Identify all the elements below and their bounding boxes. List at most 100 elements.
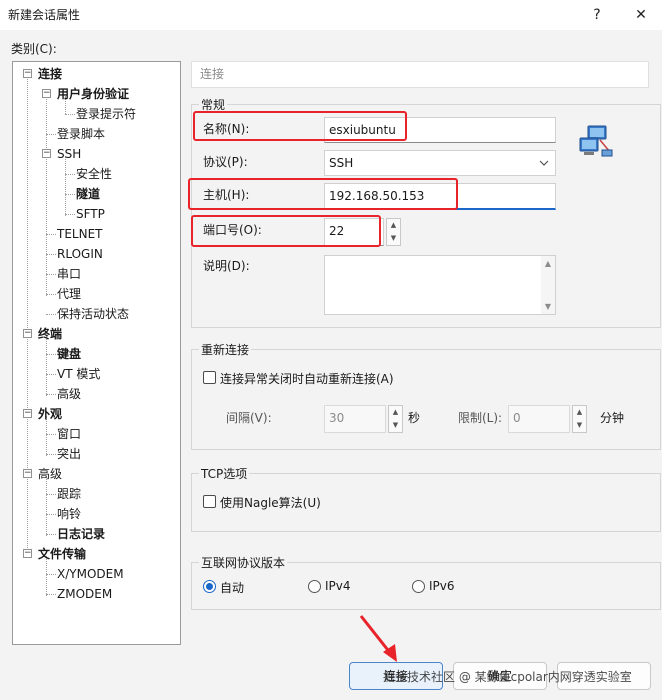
tree-item-connection[interactable]: 连接 [38,65,62,83]
tree-item-serial[interactable]: 串口 [57,265,81,283]
description-textarea[interactable]: ▲ ▼ [324,255,556,315]
tcp-options-group-title: TCP选项 [199,465,250,482]
limit-input[interactable]: 0 [508,405,570,433]
tree-item-ssh[interactable]: SSH [57,145,81,163]
tree-item-vt-mode[interactable]: VT 模式 [57,365,100,383]
tree-item-keyboard[interactable]: 键盘 [57,345,81,363]
port-stepper[interactable]: ▲ ▼ [386,218,401,246]
stepper-down-icon[interactable]: ▼ [387,232,400,245]
tree-collapse-icon[interactable]: − [23,329,32,338]
tree-item-security[interactable]: 安全性 [76,165,112,183]
protocol-select[interactable]: SSH [324,150,556,176]
interval-unit: 秒 [408,411,421,425]
tree-item-login-prompt[interactable]: 登录提示符 [76,105,136,123]
tree-line [65,174,75,175]
tree-line [46,454,56,455]
stepper-up-icon[interactable]: ▲ [387,219,400,232]
protocol-label: 协议(P): [203,155,248,169]
stepper-down-icon[interactable]: ▼ [389,419,402,432]
tree-collapse-icon[interactable]: − [42,89,51,98]
interval-input[interactable]: 30 [324,405,386,433]
close-button[interactable]: ✕ [630,4,652,26]
nagle-checkbox[interactable] [203,495,216,508]
tree-item-login-script[interactable]: 登录脚本 [57,125,105,143]
interval-stepper[interactable]: ▲ ▼ [388,405,403,433]
watermark: 掘金技术社区 @ 某鲸鱼cpolar内网穿透实验室 [383,670,632,684]
limit-label: 限制(L): [458,411,503,425]
auto-reconnect-label[interactable]: 连接异常关闭时自动重新连接(A) [220,370,394,387]
tree-item-advanced[interactable]: 高级 [38,465,62,483]
tree-line [46,274,56,275]
ipv4-radio[interactable] [308,580,321,593]
tree-line [46,394,56,395]
scrollbar[interactable]: ▲ ▼ [541,256,555,314]
tree-collapse-icon[interactable]: − [42,149,51,158]
tree-item-tunnel[interactable]: 隧道 [76,185,100,203]
tree-item-terminal-advanced[interactable]: 高级 [57,385,81,403]
ip-auto-radio[interactable] [203,580,216,593]
host-highlight-box [188,178,458,210]
chevron-down-icon [539,151,549,185]
stepper-up-icon[interactable]: ▲ [389,406,402,419]
ipv6-radio[interactable] [412,580,425,593]
network-computers-icon [578,124,614,160]
tree-line [65,214,75,215]
tree-line [46,96,47,296]
help-button[interactable]: ? [586,4,608,26]
ip-auto-label[interactable]: 自动 [220,579,244,596]
tree-line [46,476,47,536]
breadcrumb: 连接 [191,61,649,88]
tree-item-window[interactable]: 窗口 [57,425,81,443]
name-highlight-box [193,111,407,141]
title-bar: 新建会话属性 ? ✕ [0,0,662,30]
tree-line [46,254,56,255]
tree-collapse-icon[interactable]: − [23,409,32,418]
nagle-label[interactable]: 使用Nagle算法(U) [220,494,321,511]
tree-item-xymodem[interactable]: X/YMODEM [57,565,124,583]
window-title: 新建会话属性 [8,8,81,22]
tree-line [46,594,56,595]
stepper-up-icon[interactable]: ▲ [573,406,586,419]
red-arrow-annotation [355,612,405,664]
tree-item-telnet[interactable]: TELNET [57,225,103,243]
reconnect-group-title: 重新连接 [199,341,252,358]
scroll-up-icon[interactable]: ▲ [541,259,555,268]
tree-item-bell[interactable]: 响铃 [57,505,81,523]
tree-item-highlight[interactable]: 突出 [57,445,81,463]
tree-item-zmodem[interactable]: ZMODEM [57,585,112,603]
tree-line [46,354,56,355]
reconnect-group [191,349,661,450]
tree-line [65,156,66,216]
tree-collapse-icon[interactable]: − [23,69,32,78]
tree-item-sftp[interactable]: SFTP [76,205,105,223]
tree-item-user-auth[interactable]: 用户身份验证 [57,85,129,103]
tree-item-appearance[interactable]: 外观 [38,405,62,423]
limit-unit: 分钟 [600,411,625,425]
tree-line [46,494,56,495]
interval-label: 间隔(V): [226,411,272,425]
ipv4-label[interactable]: IPv4 [325,579,351,593]
tree-item-keepalive[interactable]: 保持活动状态 [57,305,129,323]
stepper-down-icon[interactable]: ▼ [573,419,586,432]
tree-line [46,294,56,295]
tree-line [46,374,56,375]
tree-item-proxy[interactable]: 代理 [57,285,81,303]
tree-line [46,514,56,515]
tree-line [65,194,75,195]
category-tree[interactable]: − 连接 − 用户身份验证 登录提示符 登录脚本 − SSH 安全性 隧道 SF… [12,61,181,645]
tree-line [46,336,47,396]
tree-item-rlogin[interactable]: RLOGIN [57,245,103,263]
tree-line [46,234,56,235]
tree-line [27,76,28,556]
auto-reconnect-checkbox[interactable] [203,371,216,384]
limit-stepper[interactable]: ▲ ▼ [572,405,587,433]
tree-collapse-icon[interactable]: − [23,469,32,478]
tree-collapse-icon[interactable]: − [23,549,32,558]
tree-item-terminal[interactable]: 终端 [38,325,62,343]
ipv6-label[interactable]: IPv6 [429,579,455,593]
description-label: 说明(D): [203,259,250,273]
tree-item-file-transfer[interactable]: 文件传输 [38,545,86,563]
tree-item-trace[interactable]: 跟踪 [57,485,81,503]
tree-item-logging[interactable]: 日志记录 [57,525,105,543]
scroll-down-icon[interactable]: ▼ [541,302,555,311]
